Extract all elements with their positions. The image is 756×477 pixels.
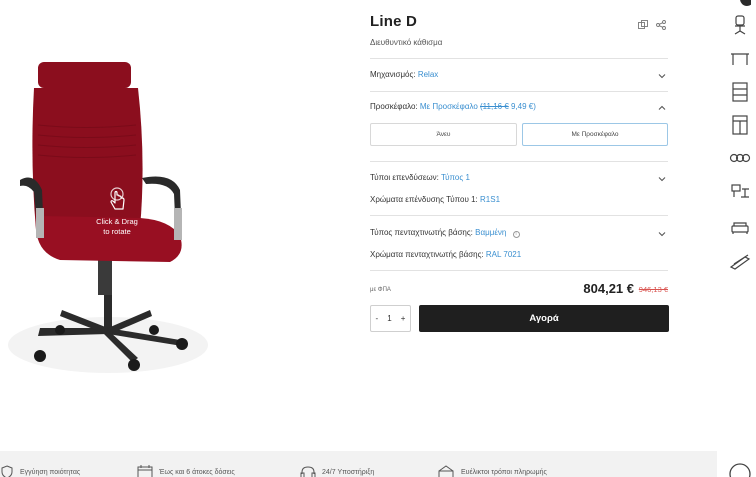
mechanism-option[interactable]: Μηχανισμός: Relax: [370, 70, 668, 84]
footer-item-payment: Ευέλικτοι τρόποι πληρωμής: [437, 465, 547, 477]
footer-item-support: 24/7 Υποστήριξη: [300, 465, 374, 477]
upholstery-value: Τύπος 1: [440, 173, 470, 182]
chevron-down-icon[interactable]: [658, 230, 666, 238]
wallet-icon: [438, 465, 454, 477]
headrest-new-price: 9,49 €): [511, 102, 536, 111]
divider: [370, 270, 668, 271]
price: 804,21 €: [583, 281, 634, 296]
base-value: Βαμμένη: [475, 228, 507, 237]
base-option[interactable]: Τύπος πενταχτινωτής βάσης: Βαμμένη i: [370, 228, 668, 242]
headrest-old-price: (11,16 €: [480, 102, 509, 111]
headrest-value: Με Προσκέφαλο: [419, 102, 478, 111]
drag-hand-icon: [110, 187, 125, 210]
headrest-choice-none[interactable]: Άνευ: [370, 123, 517, 146]
headset-icon: [300, 466, 316, 477]
share-icon[interactable]: [656, 17, 666, 30]
circle-icon[interactable]: [729, 0, 751, 10]
quantity-stepper[interactable]: - 1 +: [370, 305, 411, 332]
rotate-hint-line2: to rotate: [103, 227, 131, 236]
category-rail: [722, 0, 756, 477]
divider: [370, 215, 668, 216]
title-row: Line D: [370, 13, 670, 35]
rotate-hint: Click & Drag to rotate: [82, 187, 152, 237]
product-3d-viewer[interactable]: Click & Drag to rotate: [0, 0, 240, 420]
footer-item-label: Έως και 6 άτοκες δόσεις: [159, 468, 235, 476]
footer-item-warranty: Εγγύηση ποιότητας: [0, 465, 80, 477]
upholstery-color-value: R1S1: [480, 195, 501, 204]
footer-item-label: 24/7 Υποστήριξη: [322, 468, 375, 476]
divider: [370, 58, 668, 59]
quantity-value[interactable]: 1: [387, 314, 391, 323]
shelving-icon[interactable]: [729, 81, 751, 103]
headrest-choice-with[interactable]: Με Προσκέφαλο: [522, 123, 668, 146]
old-price: 946,13 €: [638, 285, 668, 294]
chevron-down-icon[interactable]: [658, 72, 666, 80]
rotate-hint-line1: Click & Drag: [96, 217, 138, 226]
base-label: Τύπος πενταχτινωτής βάσης:: [370, 228, 473, 237]
buy-button[interactable]: Αγορά: [419, 305, 669, 332]
base-color-row[interactable]: Χρώματα πενταχτινωτής βάσης: RAL 7021: [370, 250, 668, 264]
table-set-icon[interactable]: [729, 148, 751, 170]
chevron-down-icon[interactable]: [658, 175, 666, 183]
info-icon[interactable]: i: [512, 231, 520, 238]
shield-icon: [1, 465, 13, 477]
product-title: Line D: [370, 13, 418, 30]
chevron-up-icon[interactable]: [658, 104, 666, 112]
desk-icon[interactable]: [729, 47, 751, 69]
upholstery-option[interactable]: Τύποι επενδύσεων: Τύπος 1: [370, 173, 668, 187]
divider: [370, 91, 668, 92]
quantity-decrement-button[interactable]: -: [376, 314, 379, 323]
sofa-icon[interactable]: [729, 217, 751, 239]
headrest-label: Προσκέφαλο:: [370, 102, 418, 111]
divider: [370, 161, 668, 162]
title-actions: [638, 17, 666, 30]
cabinet-icon[interactable]: [729, 114, 751, 136]
upholstery-label: Τύποι επενδύσεων:: [370, 173, 439, 182]
footer-item-installments: Έως και 6 άτοκες δόσεις: [137, 465, 235, 477]
compare-icon[interactable]: [638, 17, 648, 29]
calendar-icon: [137, 465, 153, 477]
panels-icon[interactable]: [729, 251, 751, 273]
footer-item-label: Ευέλικτοι τρόποι πληρωμής: [461, 468, 547, 476]
features-footer: Εγγύηση ποιότητας Έως και 6 άτοκες δόσει…: [0, 451, 717, 477]
upholstery-color-row[interactable]: Χρώματα επένδυσης Τύπου 1: R1S1: [370, 195, 668, 209]
mechanism-label: Μηχανισμός:: [370, 70, 416, 79]
footer-item-label: Εγγύηση ποιότητας: [20, 468, 81, 476]
workstation-icon[interactable]: [729, 181, 751, 203]
headrest-option[interactable]: Προσκέφαλο: Με Προσκέφαλο (11,16 € 9,49 …: [370, 102, 668, 116]
office-chair-icon[interactable]: [729, 14, 751, 36]
chat-icon[interactable]: [728, 462, 752, 477]
quantity-increment-button[interactable]: +: [401, 314, 406, 323]
base-color-value: RAL 7021: [485, 250, 522, 259]
base-color-label: Χρώματα πενταχτινωτής βάσης:: [370, 250, 484, 259]
product-subtitle: Διευθυντικό κάθισμα: [370, 38, 443, 47]
vat-note: με ΦΠΑ: [370, 287, 391, 293]
upholstery-color-label: Χρώματα επένδυσης Τύπου 1:: [370, 195, 478, 204]
mechanism-value: Relax: [417, 70, 439, 79]
